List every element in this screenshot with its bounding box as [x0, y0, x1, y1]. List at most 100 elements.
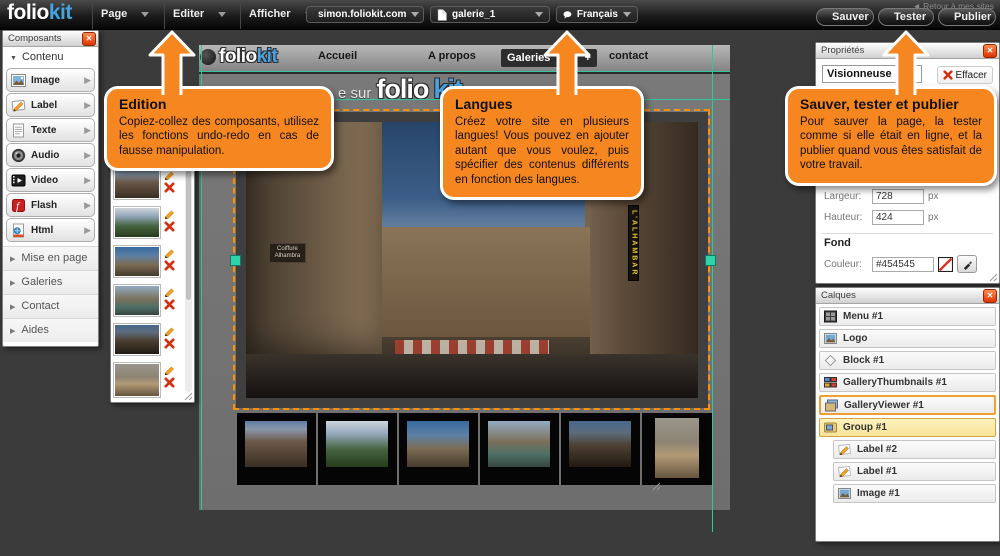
- texte-icon: [11, 123, 26, 138]
- group-icon: [824, 421, 837, 434]
- site-selector[interactable]: simon.foliokit.com: [306, 6, 424, 23]
- preview-nav-accueil[interactable]: Accueil: [318, 50, 357, 62]
- canvas-thumbnail-5[interactable]: [561, 413, 640, 485]
- delete-button[interactable]: [164, 221, 175, 232]
- menu-afficher[interactable]: Afficher: [240, 0, 315, 29]
- menu-icon: [824, 310, 837, 323]
- callout-arrow: [878, 29, 934, 95]
- close-button[interactable]: ✕: [82, 32, 96, 46]
- menu-editer[interactable]: Editer: [164, 0, 237, 29]
- gallery-item-thumbnail[interactable]: [113, 323, 161, 356]
- delete-button[interactable]: [164, 260, 175, 271]
- section-aides[interactable]: ▶Aides: [3, 318, 98, 342]
- preview-nav-apropos[interactable]: A propos: [428, 50, 476, 62]
- layer-row-block-1[interactable]: Block #1: [819, 351, 996, 370]
- component-texte[interactable]: Texte▶: [6, 118, 95, 142]
- component-audio[interactable]: Audio▶: [6, 143, 95, 167]
- red-x-icon: [166, 379, 173, 386]
- layer-row-gallery-viewer-1[interactable]: GalleryViewer #1: [819, 395, 996, 415]
- gallery-item-thumbnail[interactable]: [113, 362, 161, 398]
- close-icon: ✕: [86, 34, 93, 43]
- preview-site-logo[interactable]: foliokit: [219, 46, 277, 68]
- chevron-right-icon: ▶: [84, 225, 91, 236]
- close-button[interactable]: ✕: [983, 44, 997, 58]
- save-button[interactable]: Sauver: [816, 8, 874, 26]
- canvas-thumbnail-1[interactable]: [237, 413, 316, 485]
- eyedropper-icon: [962, 259, 973, 270]
- component-html[interactable]: Html▶: [6, 218, 95, 242]
- gallery-item-row: [113, 323, 192, 360]
- pencil-icon: [838, 465, 851, 478]
- component-label[interactable]: Label▶: [6, 93, 95, 117]
- color-picker-button[interactable]: [957, 255, 977, 273]
- chevron-right-icon: ▶: [84, 175, 91, 186]
- no-color-swatch[interactable]: [938, 257, 953, 272]
- delete-button[interactable]: [164, 182, 175, 193]
- couleur-input[interactable]: [872, 257, 934, 272]
- edit-button[interactable]: [164, 363, 176, 375]
- close-button[interactable]: ✕: [983, 289, 997, 303]
- section-galeries[interactable]: ▶Galeries: [3, 270, 98, 294]
- edit-button[interactable]: [164, 324, 176, 336]
- section-mise-en-page[interactable]: ▶Mise en page: [3, 246, 98, 270]
- delete-button[interactable]: [164, 377, 175, 388]
- page-selector[interactable]: galerie_1: [430, 6, 550, 23]
- effacer-button[interactable]: Effacer: [937, 66, 994, 84]
- couleur-label: Couleur:: [824, 259, 868, 270]
- canvas-thumbnail-6[interactable]: [642, 413, 712, 485]
- gallery-item-thumbnail[interactable]: [113, 167, 161, 200]
- preview-nav-contact[interactable]: contact: [609, 50, 648, 62]
- scrollbar-thumb[interactable]: [186, 170, 191, 300]
- delete-button[interactable]: [164, 299, 175, 310]
- chevron-right-icon: ▶: [84, 100, 91, 111]
- publish-button[interactable]: Publier: [938, 8, 996, 26]
- canvas-thumbnail-2[interactable]: [318, 413, 397, 485]
- calques-panel-title: Calques ✕: [816, 288, 999, 304]
- scrollbar[interactable]: [185, 168, 192, 392]
- language-selector[interactable]: Français: [556, 6, 638, 23]
- layer-row-label-1[interactable]: Label #1: [833, 462, 996, 481]
- gallery-viewer-icon: [825, 399, 838, 412]
- layer-row-menu-1[interactable]: Menu #1: [819, 307, 996, 326]
- callout-title: Sauver, tester et publier: [800, 96, 982, 112]
- gallery-item-thumbnail[interactable]: [113, 206, 161, 239]
- component-video[interactable]: Video▶: [6, 168, 95, 192]
- component-image[interactable]: Image▶: [6, 68, 95, 92]
- edit-button[interactable]: [164, 207, 176, 219]
- canvas-thumbnail-4[interactable]: [480, 413, 559, 485]
- callout-title: Edition: [119, 96, 319, 112]
- component-flash[interactable]: f Flash▶: [6, 193, 95, 217]
- pencil-icon: [165, 289, 173, 297]
- section-contenu[interactable]: ▼Contenu: [3, 47, 98, 67]
- layer-row-logo[interactable]: Logo: [819, 329, 996, 348]
- edit-button[interactable]: [164, 285, 176, 297]
- callout-body: Créez votre site en plusieurs langues! V…: [455, 115, 629, 187]
- panel-resize-handle[interactable]: [989, 273, 998, 282]
- layer-row-label-2[interactable]: Label #2: [833, 440, 996, 459]
- callout-arrow: [144, 29, 200, 95]
- resize-handle-left[interactable]: [230, 255, 241, 266]
- menu-page[interactable]: Page: [92, 0, 161, 29]
- hauteur-input[interactable]: [872, 210, 924, 225]
- pencil-icon: [165, 172, 173, 180]
- delete-button[interactable]: [164, 338, 175, 349]
- preview-site-header: foliokit Accueil A propos Galeries + con…: [199, 45, 730, 74]
- label-icon: [11, 98, 26, 113]
- gallery-item-thumbnail[interactable]: [113, 284, 161, 317]
- largeur-input[interactable]: [872, 189, 924, 204]
- red-x-icon: [166, 262, 173, 269]
- layer-row-group-1[interactable]: Group #1: [819, 418, 996, 437]
- gallery-item-thumbnail[interactable]: [113, 245, 161, 278]
- resize-handle-right[interactable]: [705, 255, 716, 266]
- callout-arrow: [539, 29, 595, 95]
- panel-resize-handle[interactable]: [184, 392, 193, 401]
- test-button[interactable]: Tester: [878, 8, 934, 26]
- pencil-icon: [165, 367, 173, 375]
- canvas-thumbnail-3[interactable]: [399, 413, 478, 485]
- layer-row-gallery-thumbnails-1[interactable]: GalleryThumbnails #1: [819, 373, 996, 392]
- section-contact[interactable]: ▶Contact: [3, 294, 98, 318]
- edit-button[interactable]: [164, 246, 176, 258]
- layer-row-image-1[interactable]: Image #1: [833, 484, 996, 503]
- page-resize-handle[interactable]: [652, 482, 661, 491]
- video-icon: [11, 173, 26, 188]
